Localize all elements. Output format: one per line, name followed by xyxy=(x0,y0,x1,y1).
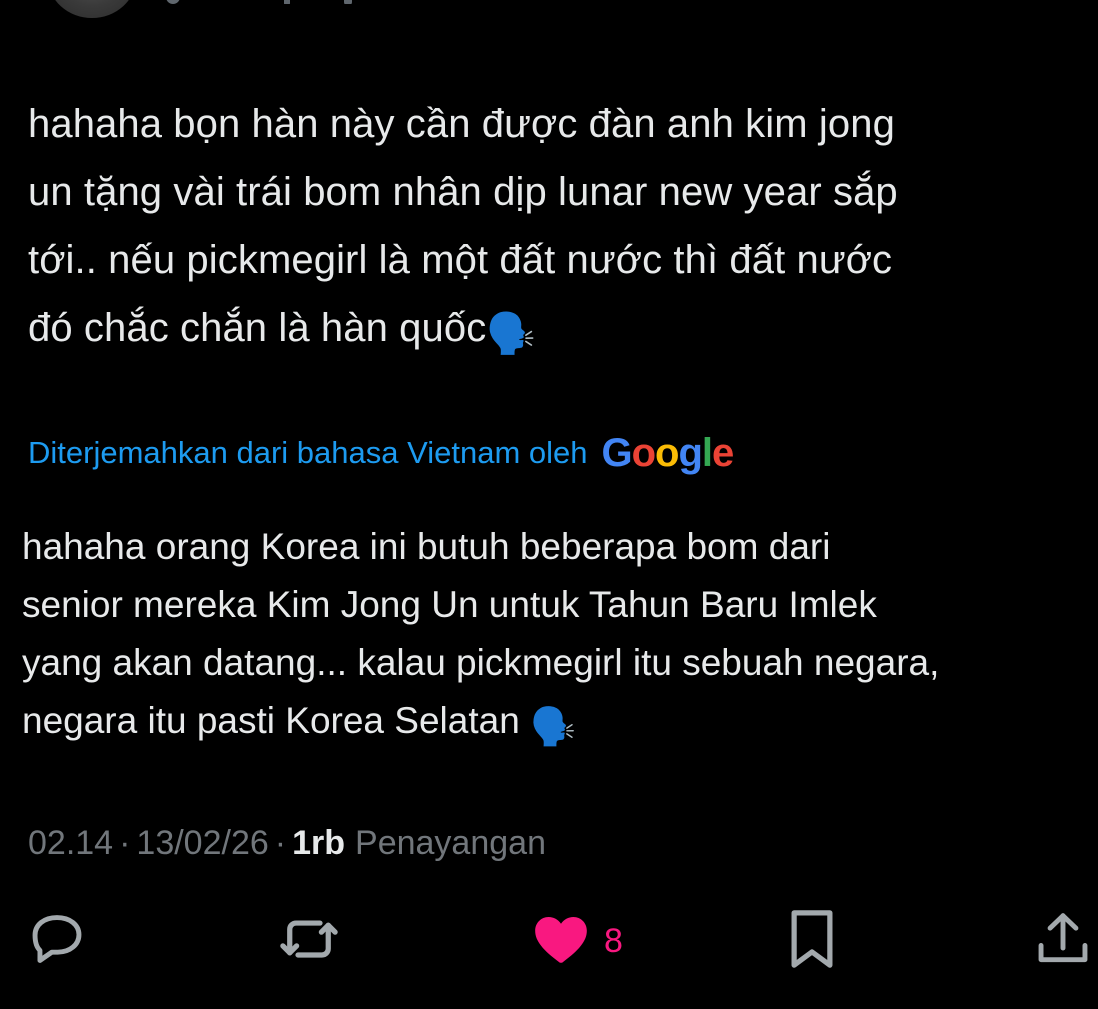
bookmark-icon xyxy=(784,906,840,977)
tweet-text: hahaha bọn hàn này cần được đàn anh kim … xyxy=(28,90,1073,368)
meta-separator: · xyxy=(274,823,287,862)
tweet-meta: 02.14 · 13/02/26 · 1rb Penayangan xyxy=(28,818,546,868)
google-logo: Google xyxy=(601,428,734,478)
meta-separator: · xyxy=(119,823,131,862)
share-button[interactable] xyxy=(1032,906,1094,976)
tweet-date[interactable]: 13/02/26 xyxy=(136,824,268,863)
heart-icon xyxy=(530,908,592,975)
views-label[interactable]: Penayangan xyxy=(355,824,546,863)
translation-attribution[interactable]: Diterjemahkan dari bahasa Vietnam oleh G… xyxy=(28,428,734,478)
like-count: 8 xyxy=(604,921,623,960)
translated-text: hahaha orang Korea ini butuh beberapa bo… xyxy=(22,518,1092,756)
speaking-head-emoji: 🗣️ xyxy=(486,312,537,356)
translated-body: hahaha orang Korea ini butuh beberapa bo… xyxy=(22,526,940,741)
google-logo-letter: l xyxy=(701,431,713,475)
tweet-body: hahaha bọn hàn này cần được đàn anh kim … xyxy=(28,102,898,350)
username-handle[interactable] xyxy=(166,0,406,4)
share-upload-icon xyxy=(1032,906,1094,977)
speech-bubble-icon xyxy=(26,908,88,975)
repost-button[interactable] xyxy=(276,906,342,976)
tweet-time[interactable]: 02.14 xyxy=(28,824,113,863)
google-logo-letter: g xyxy=(678,431,702,475)
speaking-head-emoji: 🗣️ xyxy=(530,706,577,747)
google-logo-letter: o xyxy=(655,431,679,475)
google-logo-letter: G xyxy=(601,431,632,475)
google-logo-letter: o xyxy=(631,431,656,475)
bookmark-button[interactable] xyxy=(784,906,840,976)
tweet-action-bar: 8 xyxy=(0,906,1098,976)
reply-button[interactable] xyxy=(26,906,88,976)
avatar[interactable] xyxy=(48,0,136,18)
like-button[interactable]: 8 xyxy=(530,906,623,976)
views-count[interactable]: 1rb xyxy=(292,824,345,863)
repost-arrows-icon xyxy=(276,906,342,977)
google-logo-letter: e xyxy=(712,431,734,475)
translation-label[interactable]: Diterjemahkan dari bahasa Vietnam oleh xyxy=(28,435,587,471)
